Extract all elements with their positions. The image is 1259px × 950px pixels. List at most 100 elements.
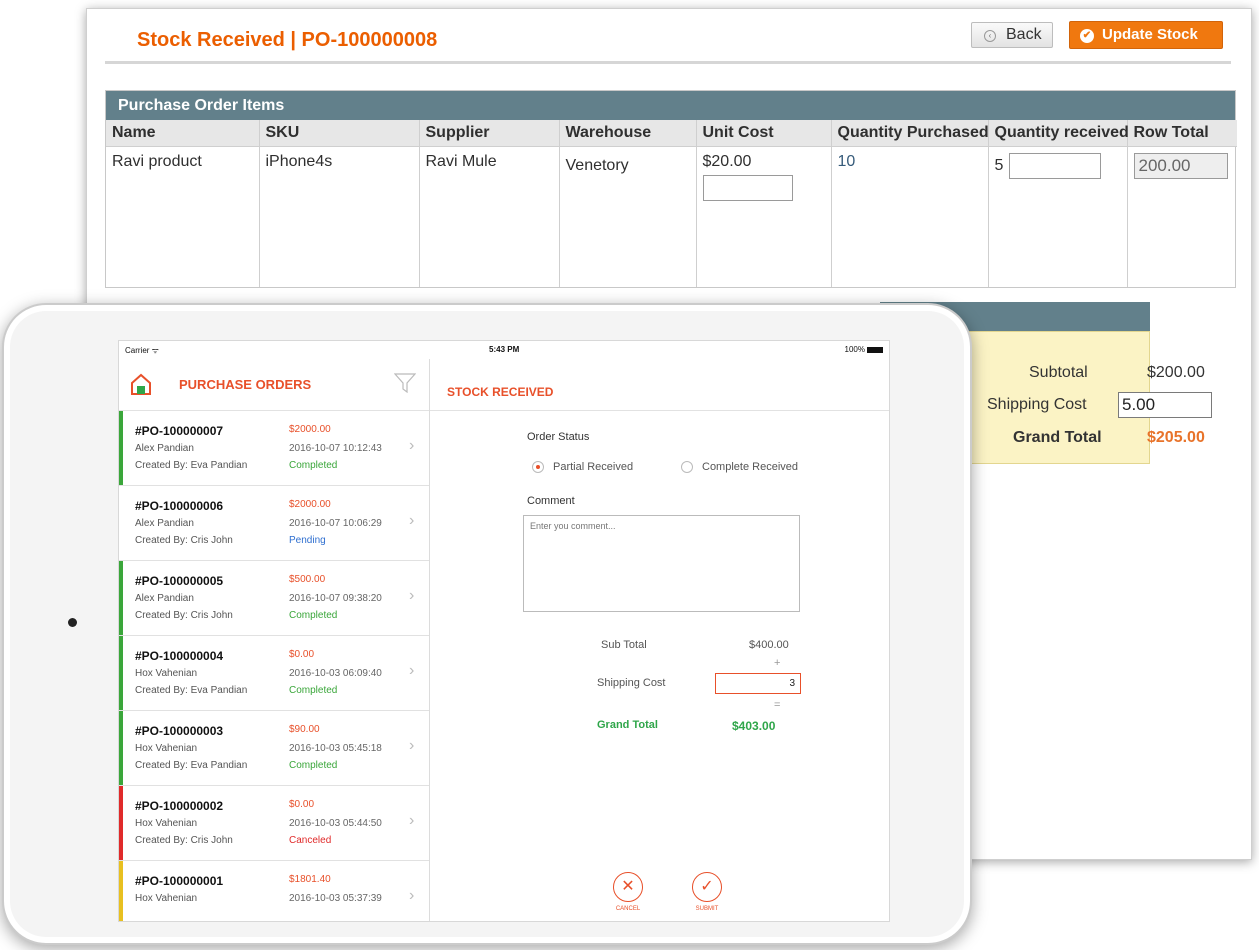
grand-total-value: $205.00 [1147,429,1205,446]
detail-title: STOCK RECEIVED [447,385,554,399]
submit-label: SUBMIT [695,906,719,912]
order-id: #PO-100000004 [135,649,224,663]
list-item[interactable]: #PO-100000002 Hox Vahenian Created By: Cri… [119,786,429,861]
col-row-total: Row Total [1127,120,1237,147]
status-bar-indicator [119,411,123,485]
cell-qty-received: 5 [988,146,1128,287]
order-customer: Alex Pandian [135,518,194,529]
cell-warehouse: Venetory [559,146,697,287]
order-created-by: Created By: Eva Pandian [135,685,248,696]
order-amount: $1801.40 [289,874,331,885]
order-created-by: Created By: Eva Pandian [135,460,248,471]
back-label: Back [1006,26,1042,43]
status-bar: Carrier ᯤ 5:43 PM 100% [119,341,889,359]
shipping-input[interactable]: 5.00 [1118,392,1212,418]
carrier-label: Carrier ᯤ [125,346,159,355]
order-created-by: Created By: Cris John [135,610,233,621]
unit-cost-input[interactable] [702,174,793,201]
col-warehouse: Warehouse [559,120,697,147]
order-status: Canceled [289,835,332,846]
cell-sku: iPhone4s [259,146,420,287]
tablet-screen: Carrier ᯤ 5:43 PM 100% PURCHASE ORDERS #… [118,340,890,922]
orders-list: #PO-100000007 Alex Pandian Created By: Eva… [119,411,429,921]
equals-sign: = [774,699,781,711]
purchase-order-items-panel: Purchase Order Items Name SKU Supplier W… [105,90,1237,288]
order-id: #PO-100000003 [135,724,224,738]
col-name: Name [106,120,260,147]
chevron-right-icon: › [409,512,415,529]
cell-qty-purchased: 10 [831,146,989,287]
order-customer: Hox Vahenian [135,818,198,829]
order-status-label: Order Status [527,431,590,443]
list-item[interactable]: #PO-100000005 Alex Pandian Created By: Cri… [119,561,429,636]
cell-supplier: Ravi Mule [419,146,560,287]
cell-unit-cost: $20.00 [696,146,832,287]
cancel-label: CANCEL [615,906,641,912]
submit-icon: ✓ [700,878,714,895]
order-created-by: Created By: Cris John [135,835,233,846]
order-status: Completed [289,610,338,621]
col-unit-cost: Unit Cost [696,120,832,147]
order-customer: Hox Vahenian [135,668,198,679]
order-id: #PO-100000001 [135,874,224,888]
status-bar-indicator [119,861,123,921]
clock: 5:43 PM [489,345,520,354]
back-button[interactable]: ‹ Back [971,22,1053,48]
qty-received-input[interactable] [1009,152,1102,179]
shipping-label: Shipping Cost [987,396,1087,413]
status-bar-indicator [119,786,123,860]
order-created-by: Created By: Cris John [135,535,233,546]
unit-cost-value: $20.00 [702,152,752,170]
list-item[interactable]: #PO-100000006 Alex Pandian Created By: Cri… [119,486,429,561]
status-bar-indicator [119,561,123,635]
status-bar-indicator [119,711,123,785]
stock-received-pane: STOCK RECEIVED Order Status Partial Rece… [430,359,889,921]
radio-partial-label: Partial Received [553,461,634,473]
order-status: Pending [289,535,326,546]
order-date: 2016-10-07 09:38:20 [289,593,382,604]
list-item[interactable]: #PO-100000003 Hox Vahenian Created By: Eva… [119,711,429,786]
order-amount: $0.00 [289,649,315,660]
items-table: Name SKU Supplier Warehouse Unit Cost Qu… [106,120,1237,287]
order-date: 2016-10-03 05:44:50 [289,818,382,829]
subtotal-label: Subtotal [1029,364,1088,381]
chevron-right-icon: › [409,812,415,829]
list-title: PURCHASE ORDERS [179,377,312,392]
order-id: #PO-100000007 [135,424,224,438]
list-item[interactable]: #PO-100000007 Alex Pandian Created By: Eva… [119,411,429,486]
cell-name: Ravi product [106,146,260,287]
col-qty-received: Quantity received [988,120,1129,147]
radio-partial[interactable] [532,461,544,473]
warehouse-logo-icon [131,373,151,395]
orders-list-pane: PURCHASE ORDERS #PO-100000007 Alex Pandia… [119,359,430,921]
grand-total-label: Grand Total [1013,429,1102,446]
order-customer: Hox Vahenian [135,893,198,904]
status-bar-indicator [119,636,123,710]
order-id: #PO-100000002 [135,799,224,813]
order-date: 2016-10-03 06:09:40 [289,668,382,679]
order-date: 2016-10-03 05:37:39 [289,893,382,904]
update-stock-button[interactable]: ✔ Update Stock [1069,21,1223,49]
shipping-label: Shipping Cost [597,677,666,689]
back-arrow-icon: ‹ [984,30,996,42]
battery-icon [867,347,883,353]
col-supplier: Supplier [419,120,560,147]
radio-complete-label: Complete Received [702,461,798,473]
filter-icon[interactable] [394,373,416,393]
order-amount: $2000.00 [289,424,331,435]
cancel-icon: ✕ [621,878,635,895]
list-item[interactable]: #PO-100000001 Hox Vahenian $1801.40 2016-10… [119,861,429,921]
submit-button[interactable]: ✓ [692,872,722,902]
camera-dot [68,618,77,627]
row-total-field: 200.00 [1133,152,1228,179]
order-status: Completed [289,460,338,471]
comment-input[interactable]: Enter you comment... [523,515,800,612]
chevron-right-icon: › [409,662,415,679]
list-item[interactable]: #PO-100000004 Hox Vahenian Created By: Eva… [119,636,429,711]
shipping-input[interactable]: 3 [715,673,801,694]
list-header: PURCHASE ORDERS [119,359,429,411]
cancel-button[interactable]: ✕ [613,872,643,902]
subtotal-label: Sub Total [601,639,647,651]
radio-complete[interactable] [681,461,693,473]
plus-sign: + [774,657,781,669]
